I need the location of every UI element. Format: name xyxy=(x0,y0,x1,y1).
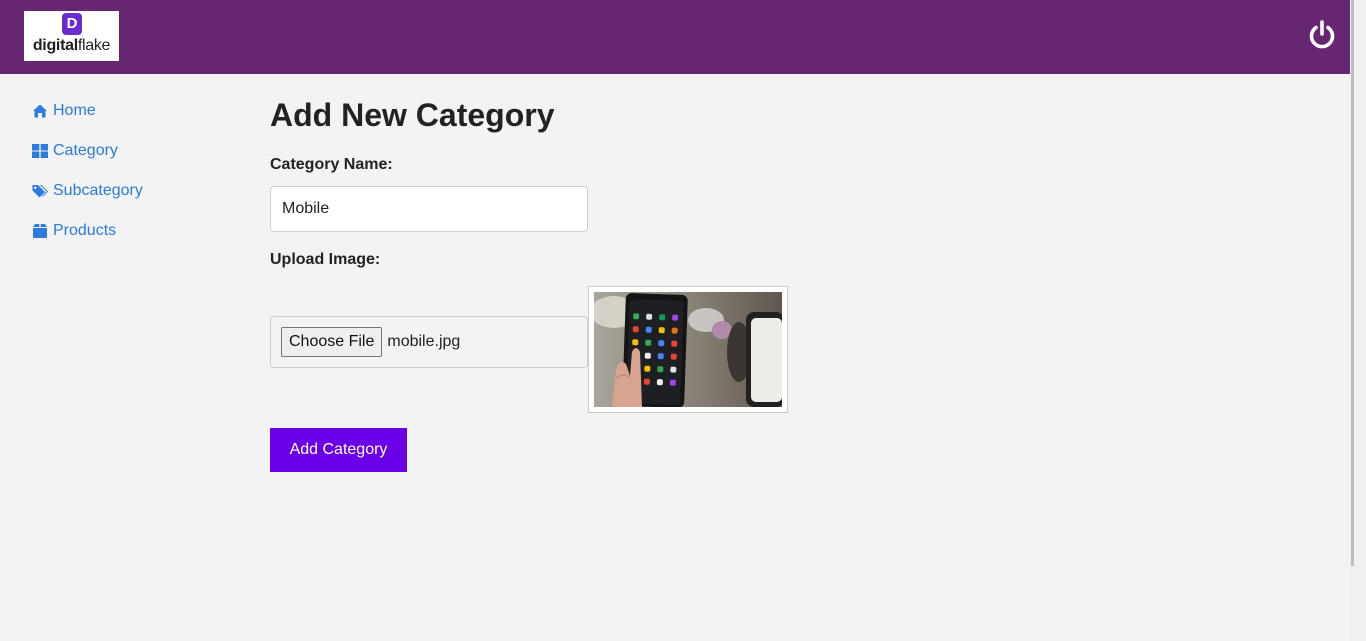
category-name-label: Category Name: xyxy=(270,156,393,173)
sidebar-item-label: Home xyxy=(53,102,96,119)
home-icon xyxy=(33,104,47,118)
sidebar-item-subcategory[interactable]: Subcategory xyxy=(32,180,232,202)
logo-mark: D xyxy=(62,13,82,35)
box-icon xyxy=(33,224,47,238)
upload-image-label: Upload Image: xyxy=(270,251,381,268)
image-preview xyxy=(588,286,788,413)
selected-file-name: mobile.jpg xyxy=(387,333,461,350)
phone-photo-preview xyxy=(590,292,784,408)
choose-file-button[interactable]: Choose File xyxy=(281,327,383,357)
scrollbar-thumb[interactable] xyxy=(1351,0,1354,566)
sidebar: Home Category Subcategory Products xyxy=(32,100,232,260)
tags-icon xyxy=(32,185,48,198)
digitalflake-logo[interactable]: D digitalflake xyxy=(24,11,119,61)
sidebar-item-label: Products xyxy=(53,222,117,239)
sidebar-item-label: Subcategory xyxy=(53,182,143,199)
logo-text: digitalflake xyxy=(32,37,111,54)
sidebar-item-label: Category xyxy=(53,142,118,159)
add-category-button[interactable]: Add Category xyxy=(270,428,407,472)
sidebar-item-home[interactable]: Home xyxy=(32,100,232,122)
sidebar-item-category[interactable]: Category xyxy=(32,140,232,162)
top-navbar: D digitalflake xyxy=(0,0,1350,74)
power-icon[interactable] xyxy=(1306,19,1338,51)
file-input[interactable]: Choose File mobile.jpg xyxy=(270,316,588,368)
category-name-input[interactable] xyxy=(270,186,588,232)
grid-icon xyxy=(32,144,48,158)
page-scrollbar[interactable] xyxy=(1350,0,1366,641)
sidebar-item-products[interactable]: Products xyxy=(32,220,232,242)
page-title: Add New Category xyxy=(270,97,555,133)
